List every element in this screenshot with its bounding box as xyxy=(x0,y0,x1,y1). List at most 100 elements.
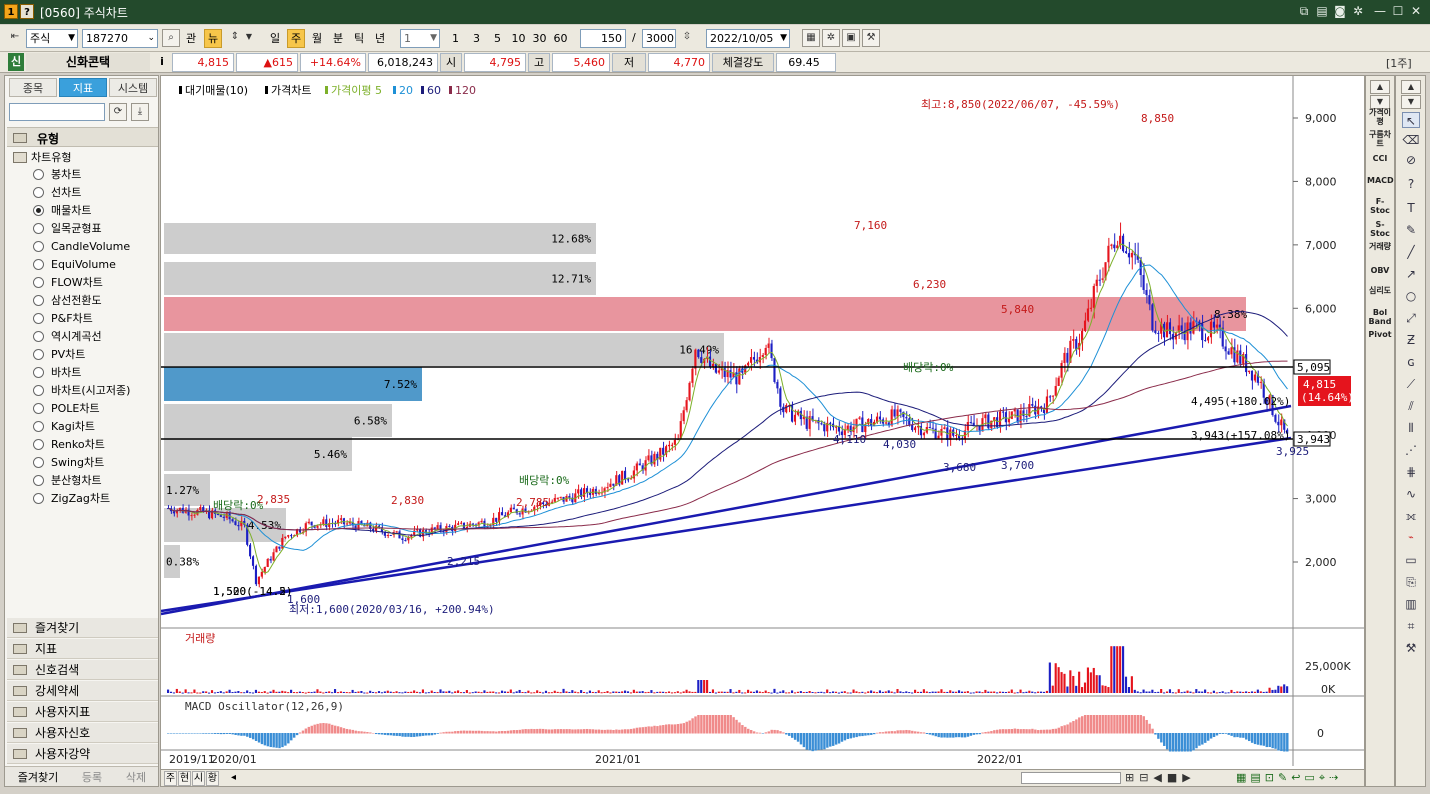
radio-icon[interactable] xyxy=(33,223,44,234)
folder-3[interactable]: 강세약세 xyxy=(7,681,158,701)
interval-1-button[interactable]: 1 xyxy=(446,29,465,48)
radio-icon[interactable] xyxy=(33,187,44,198)
indicator-search-input[interactable] xyxy=(9,103,105,121)
indicator-shortcut-10[interactable]: Pivot xyxy=(1367,330,1393,339)
chart-type-17[interactable]: 분산형차트 xyxy=(29,472,157,490)
dmi-tool-icon[interactable]: ⌗ xyxy=(1402,618,1420,634)
chart-type-5[interactable]: EquiVolume xyxy=(29,256,157,274)
market-select[interactable]: 주식 ▼ xyxy=(26,29,78,48)
radio-icon[interactable] xyxy=(33,385,44,396)
interval-5-button[interactable]: 5 xyxy=(488,29,507,48)
zoom-controls[interactable]: ⊞⊟◀■▶ xyxy=(1125,771,1196,784)
text-tool-icon[interactable]: T xyxy=(1402,200,1420,216)
period-3-button[interactable]: 분 xyxy=(329,29,347,48)
delete-button[interactable]: 삭제 xyxy=(115,769,157,785)
period-tool-icon[interactable]: ⦀ xyxy=(1402,420,1420,436)
section-header[interactable]: 유형 xyxy=(7,127,158,147)
count-input[interactable]: 150 xyxy=(580,29,626,48)
link-icon[interactable]: ⧉ xyxy=(1296,3,1312,20)
info-icon[interactable]: i xyxy=(156,53,168,71)
scrollbar[interactable] xyxy=(1021,772,1121,784)
grid-tool-icon[interactable]: ⋕ xyxy=(1402,464,1420,480)
bottom-tab-1[interactable]: 현 xyxy=(178,771,191,786)
folder-6[interactable]: 사용자강약 xyxy=(7,744,158,764)
pencil-tool-icon[interactable]: ✎ xyxy=(1402,222,1420,238)
refresh-icon[interactable]: ⟳ xyxy=(109,103,127,121)
gear-icon[interactable]: ✲ xyxy=(1350,3,1366,20)
chart-type-12[interactable]: 바차트(시고저종) xyxy=(29,382,157,400)
chart-type-2[interactable]: 매물차트 xyxy=(29,202,157,220)
refresh-icon[interactable]: ⇳ xyxy=(678,29,696,47)
legend-item[interactable]: 120 xyxy=(455,84,476,97)
period-4-button[interactable]: 틱 xyxy=(350,29,368,48)
chart-icon[interactable]: ▦ xyxy=(802,29,820,47)
window-tool-icon[interactable]: ▭ xyxy=(1402,552,1420,568)
help-icon[interactable]: ? xyxy=(20,4,34,19)
chart-type-7[interactable]: 삼선전환도 xyxy=(29,292,157,310)
chart-area[interactable]: 12.68%12.71%8.38%16.49%7.52%6.58%5.46%1.… xyxy=(160,75,1365,787)
line-tool-icon[interactable]: ╱ xyxy=(1402,244,1420,260)
chart-type-16[interactable]: Swing차트 xyxy=(29,454,157,472)
tab-favorites[interactable]: 즐겨찾기 xyxy=(7,769,69,785)
indicator-shortcut-4[interactable]: F-Stoc xyxy=(1367,197,1393,215)
tools-up-button[interactable]: ▲ xyxy=(1401,80,1421,94)
copy-tool-icon[interactable]: ⎘ xyxy=(1402,574,1420,590)
chart-type-18[interactable]: ZigZag차트 xyxy=(29,490,157,508)
eraser-icon[interactable]: ⌫ xyxy=(1402,132,1420,148)
total-input[interactable]: 3000 xyxy=(642,29,676,48)
search-icon[interactable]: ⌕ xyxy=(162,29,180,47)
first-icon[interactable]: ⇤ xyxy=(6,29,24,47)
wrench-tool-icon[interactable]: ⚒ xyxy=(1402,640,1420,656)
maximize-button[interactable]: ☐ xyxy=(1390,3,1406,20)
news-button[interactable]: 뉴 xyxy=(204,29,222,48)
fib-tool-icon[interactable]: ɢ xyxy=(1402,354,1420,370)
folder-0[interactable]: 즐겨찾기 xyxy=(7,618,158,638)
legend-item[interactable]: 가격차트 xyxy=(271,84,311,97)
interval-30-button[interactable]: 30 xyxy=(530,29,549,48)
legend-item[interactable]: 대기매물(10) xyxy=(185,84,248,97)
radio-icon[interactable] xyxy=(33,349,44,360)
camera-icon[interactable]: ◙ xyxy=(1332,3,1348,20)
tab-indicator[interactable]: 지표 xyxy=(59,78,107,97)
chart-type-6[interactable]: FLOW차트 xyxy=(29,274,157,292)
print-icon[interactable]: ▤ xyxy=(1314,3,1330,20)
fan-tool-icon[interactable]: ⟋ xyxy=(1402,376,1420,392)
date-input[interactable]: 2022/10/05 ▼ xyxy=(706,29,790,48)
radio-icon[interactable] xyxy=(33,493,44,504)
scroll-down-button[interactable]: ▼ xyxy=(1370,95,1390,109)
tab-stock[interactable]: 종목 xyxy=(9,78,57,97)
chart-type-4[interactable]: CandleVolume xyxy=(29,238,157,256)
radio-icon[interactable] xyxy=(33,367,44,378)
radio-icon[interactable] xyxy=(33,331,44,342)
radio-icon[interactable] xyxy=(33,313,44,324)
arrow-tool-icon[interactable]: ⤢ xyxy=(1402,310,1420,326)
folder-1[interactable]: 지표 xyxy=(7,639,158,659)
tab-system[interactable]: 시스템 xyxy=(109,78,157,97)
cycle-tool-icon[interactable]: ⟗ xyxy=(1402,508,1420,524)
ray-tool-icon[interactable]: ↗ xyxy=(1402,266,1420,282)
tools-icon[interactable]: ⚒ xyxy=(862,29,880,47)
radio-icon[interactable] xyxy=(33,241,44,252)
minimize-button[interactable]: — xyxy=(1372,3,1388,20)
wave-tool-icon[interactable]: ∿ xyxy=(1402,486,1420,502)
radio-icon[interactable] xyxy=(33,205,44,216)
folder-4[interactable]: 사용자지표 xyxy=(7,702,158,722)
radio-icon[interactable] xyxy=(33,475,44,486)
chart-type-3[interactable]: 일목균형표 xyxy=(29,220,157,238)
save-icon[interactable]: ▣ xyxy=(842,29,860,47)
zigzag-tool-icon[interactable]: Ƶ xyxy=(1402,332,1420,348)
chart-type-10[interactable]: PV차트 xyxy=(29,346,157,364)
settings-icon[interactable]: ✲ xyxy=(822,29,840,47)
gann-tool-icon[interactable]: ⋰ xyxy=(1402,442,1420,458)
indicator-shortcut-6[interactable]: 거래량 xyxy=(1367,242,1393,251)
dropdown-icon[interactable]: ▼ xyxy=(240,29,258,47)
chart-type-15[interactable]: Renko차트 xyxy=(29,436,157,454)
chart-type-8[interactable]: P&F차트 xyxy=(29,310,157,328)
bottom-tab-2[interactable]: 시 xyxy=(192,771,205,786)
indicator-shortcut-2[interactable]: CCI xyxy=(1367,154,1393,163)
indicator-shortcut-0[interactable]: 가격이평 xyxy=(1367,108,1393,126)
chart-svg[interactable]: 12.68%12.71%8.38%16.49%7.52%6.58%5.46%1.… xyxy=(161,76,1365,787)
radio-icon[interactable] xyxy=(33,421,44,432)
radio-icon[interactable] xyxy=(33,457,44,468)
auto-tool-icon[interactable]: ⌁ xyxy=(1402,530,1420,546)
